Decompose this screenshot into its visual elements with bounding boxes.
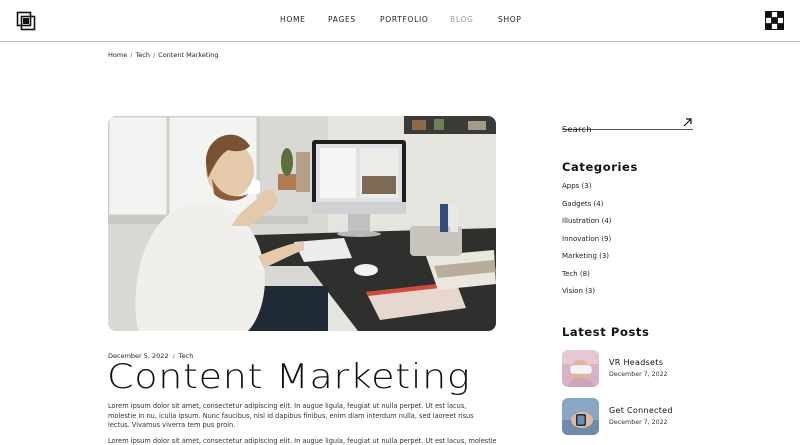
nav-pages[interactable]: Pages <box>328 15 356 24</box>
breadcrumb-separator: / <box>152 51 156 59</box>
breadcrumb-tech[interactable]: Tech <box>135 51 150 59</box>
category-apps[interactable]: Apps (3) <box>562 182 612 200</box>
post-body-paragraph: Lorem ipsum dolor sit amet, consectetur … <box>108 437 496 445</box>
latest-post-title[interactable]: VR Headsets <box>609 358 663 367</box>
post-title: Content Marketing <box>107 357 471 397</box>
breadcrumb: Home / Tech / Content Marketing <box>108 51 218 59</box>
latest-post-thumbnail[interactable] <box>562 350 599 387</box>
main-nav: Home Pages Portfolio Blog Shop <box>0 15 800 27</box>
category-innovation[interactable]: Innovation (9) <box>562 235 612 253</box>
breadcrumb-home[interactable]: Home <box>108 51 127 59</box>
latest-post-item[interactable]: VR Headsets December 7, 2022 <box>562 350 702 388</box>
site-header: Home Pages Portfolio Blog Shop <box>0 0 800 42</box>
category-marketing[interactable]: Marketing (3) <box>562 252 612 270</box>
breadcrumb-separator: / <box>130 51 133 59</box>
nav-portfolio[interactable]: Portfolio <box>380 15 428 24</box>
grid-menu-icon[interactable] <box>765 11 784 30</box>
category-vision[interactable]: Vision (3) <box>562 287 612 305</box>
category-tech[interactable]: Tech (8) <box>562 270 612 288</box>
nav-home[interactable]: Home <box>280 15 306 24</box>
breadcrumb-current: Content Marketing <box>158 51 219 59</box>
search-input[interactable] <box>562 124 672 135</box>
search-arrow-icon[interactable] <box>683 118 692 127</box>
category-illustration[interactable]: Illustration (4) <box>562 217 612 235</box>
latest-post-item[interactable]: Get Connected December 7, 2022 <box>562 398 702 436</box>
nav-blog[interactable]: Blog <box>450 15 474 24</box>
nav-shop[interactable]: Shop <box>498 15 522 24</box>
latest-posts-heading: Latest Posts <box>562 325 650 339</box>
latest-post-thumbnail[interactable] <box>562 398 599 435</box>
latest-post-title[interactable]: Get Connected <box>609 406 673 415</box>
latest-post-date: December 7, 2022 <box>609 371 668 378</box>
categories-heading: Categories <box>562 160 638 174</box>
sidebar-search <box>562 117 693 135</box>
category-gadgets[interactable]: Gadgets (4) <box>562 200 612 218</box>
post-featured-image <box>108 116 496 331</box>
latest-post-date: December 7, 2022 <box>609 419 668 426</box>
category-list: Apps (3) Gadgets (4) Illustration (4) In… <box>562 182 612 305</box>
post-excerpt: Lorem ipsum dolor sit amet, consectetur … <box>108 402 474 429</box>
